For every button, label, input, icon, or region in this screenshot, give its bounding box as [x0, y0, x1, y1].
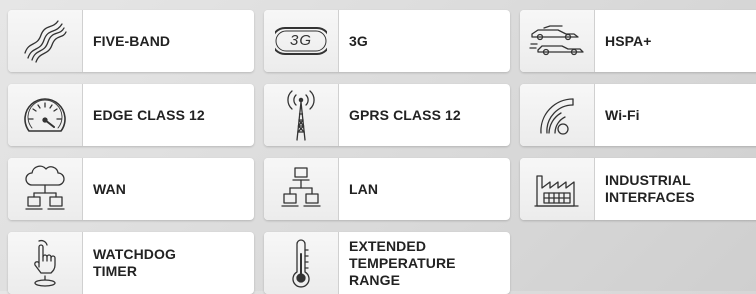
icon-box [520, 84, 595, 146]
feature-label: WAN [93, 180, 126, 197]
feature-label: Wi-Fi [605, 106, 640, 123]
feature-label: GPRS CLASS 12 [349, 106, 461, 123]
feature-label: INDUSTRIAL INTERFACES [605, 172, 695, 205]
icon-box [8, 84, 83, 146]
icon-box: 3G [264, 10, 339, 72]
speedometer-icon [21, 93, 69, 137]
3g-badge-text: 3G [289, 32, 312, 49]
icon-box [520, 158, 595, 220]
icon-box [8, 10, 83, 72]
icon-box [520, 10, 595, 72]
speed-cars-icon [528, 24, 586, 58]
feature-label: FIVE-BAND [93, 32, 171, 49]
thermometer-icon [286, 236, 316, 290]
feature-label: EDGE CLASS 12 [93, 106, 205, 123]
feature-label: LAN [349, 180, 379, 197]
icon-box [8, 158, 83, 220]
lan-icon [276, 164, 326, 214]
feature-tile-3g: 3G 3G [264, 10, 510, 72]
feature-tile-wan: WAN [8, 158, 254, 220]
3g-icon: 3G [275, 25, 327, 57]
feature-label: EXTENDED TEMPERATURE RANGE [349, 237, 456, 288]
icon-box [264, 232, 339, 294]
feature-tile-temperature: EXTENDED TEMPERATURE RANGE [264, 232, 510, 294]
feature-label: 3G [349, 32, 368, 49]
feature-tile-wifi: Wi-Fi [520, 84, 756, 146]
feature-label: HSPA+ [605, 32, 652, 49]
feature-grid: FIVE-BAND 3G 3G HSPA+ EDGE CLASS 12 GPRS… [0, 0, 756, 294]
feature-tile-hspa: HSPA+ [520, 10, 756, 72]
cloud-network-icon [20, 163, 70, 215]
feature-label: WATCHDOG TIMER [93, 246, 176, 279]
icon-box [8, 232, 83, 294]
antenna-icon [279, 88, 323, 142]
feature-tile-gprs: GPRS CLASS 12 [264, 84, 510, 146]
feature-tile-five-band: FIVE-BAND [8, 10, 254, 72]
wavy-lines-icon [22, 18, 68, 64]
factory-icon [532, 168, 582, 210]
icon-box [264, 158, 339, 220]
feature-tile-edge: EDGE CLASS 12 [8, 84, 254, 146]
wifi-icon [533, 93, 581, 137]
feature-tile-industrial: INDUSTRIAL INTERFACES [520, 158, 756, 220]
feature-tile-watchdog: WATCHDOG TIMER [8, 232, 254, 294]
hand-press-icon [23, 237, 67, 289]
icon-box [264, 84, 339, 146]
feature-tile-lan: LAN [264, 158, 510, 220]
